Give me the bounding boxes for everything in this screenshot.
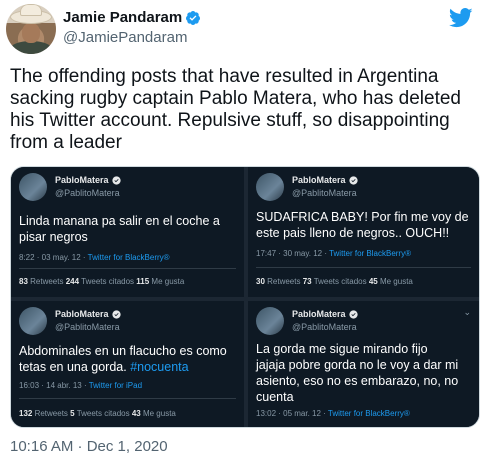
like-label: Me gusta [377, 277, 413, 286]
embedded-stats: 83 Retweets 244 Tweets citados 115 Me gu… [19, 277, 184, 286]
embedded-hashtag[interactable]: #nocuenta [130, 360, 188, 374]
chevron-down-icon: ⌄ [463, 307, 471, 317]
quote-count: 244 [65, 277, 80, 286]
embedded-text-line: cuenta [256, 390, 294, 404]
embedded-source: Twitter for BlackBerry® [87, 253, 170, 262]
twitter-bird-icon[interactable] [449, 8, 473, 28]
embedded-handle: @PablitoMatera [55, 188, 120, 198]
retweet-label: Retweets [27, 277, 66, 286]
quote-label: Tweets citados [311, 277, 369, 286]
embedded-handle: @PablitoMatera [292, 322, 357, 332]
embedded-text-segment: tetas en una gorda. [19, 360, 131, 374]
verified-badge-icon [348, 175, 358, 185]
embedded-text-line: La gorda me sigue mirando fijo [256, 342, 428, 356]
embedded-avatar [19, 307, 47, 335]
author-handle[interactable]: @JamiePandaram [63, 29, 187, 46]
embedded-stats: 132 Retweets 5 Tweets citados 43 Me gust… [19, 409, 176, 418]
embedded-date: 17:47 · 30 may. 12 · [256, 249, 330, 258]
avatar[interactable] [6, 4, 56, 54]
embedded-name: PabloMatera [292, 175, 346, 185]
embedded-text-line: Linda manana pa salir en el coche a [19, 214, 220, 228]
embedded-name: PabloMatera [55, 309, 109, 319]
verified-badge-icon [348, 309, 358, 319]
embedded-post: PabloMatera @PablitoMatera Linda manana … [11, 167, 244, 297]
retweet-label: Retweets [264, 277, 303, 286]
embedded-source: Twitter for BlackBerry® [329, 249, 411, 258]
embedded-text-line: pisar negros [19, 230, 88, 244]
embedded-date: 8:22 · 03 may. 12 · [19, 253, 88, 262]
embedded-handle: @PablitoMatera [55, 322, 120, 332]
like-count: 45 [368, 277, 378, 286]
embedded-name-row: PabloMatera [292, 309, 358, 319]
embedded-date: 13:02 · 05 mar. 12 · [256, 409, 328, 418]
embedded-name: PabloMatera [55, 175, 109, 185]
embedded-text-line: Abdominales en un flacucho es como [19, 344, 227, 358]
retweet-count: 132 [19, 409, 33, 418]
like-count: 43 [131, 409, 141, 418]
tweet-media-image[interactable]: PabloMatera @PablitoMatera Linda manana … [10, 166, 480, 428]
embedded-avatar [256, 307, 284, 335]
embedded-name-row: PabloMatera [55, 175, 121, 185]
retweet-count: 30 [256, 277, 265, 286]
embedded-divider [19, 398, 236, 399]
embedded-text-line: este pais lleno de negros.. OUCH!! [256, 226, 450, 240]
embedded-date: 16:03 · 14 abr. 13 · [19, 381, 89, 390]
verified-badge-icon [186, 10, 201, 25]
embedded-text-line: asiento, eso no es embarazo, no, no [256, 374, 459, 388]
embedded-meta: 8:22 · 03 may. 12 · Twitter for BlackBer… [19, 253, 170, 262]
embedded-post: PabloMatera @PablitoMatera Abdominales e… [11, 301, 244, 427]
embedded-source: Twitter for BlackBerry® [327, 409, 410, 418]
tweet-timestamp[interactable]: 10:16 AM · Dec 1, 2020 [10, 438, 168, 455]
embedded-post: PabloMatera @PablitoMatera ⌄ La gorda me… [248, 301, 479, 427]
embedded-handle: @PablitoMatera [292, 188, 357, 198]
embedded-avatar [256, 173, 284, 201]
embedded-post: PabloMatera @PablitoMatera SUDAFRICA BAB… [248, 167, 479, 297]
embedded-name: PabloMatera [292, 309, 346, 319]
embedded-stats: 30 Retweets 73 Tweets citados 45 Me gust… [256, 277, 413, 286]
author-name-row[interactable]: Jamie Pandaram [63, 9, 201, 26]
quote-label: Tweets citados [74, 409, 132, 418]
like-label: Me gusta [140, 409, 176, 418]
quote-count: 73 [302, 277, 312, 286]
tweet-text: The offending posts that have resulted i… [10, 66, 461, 153]
embedded-source: Twitter for iPad [88, 381, 143, 390]
retweet-label: Retweets [32, 409, 71, 418]
author-display-name[interactable]: Jamie Pandaram [63, 9, 182, 26]
embedded-divider [256, 267, 471, 268]
embedded-meta: 16:03 · 14 abr. 13 · Twitter for iPad [19, 381, 142, 390]
retweet-count: 83 [19, 277, 28, 286]
like-count: 115 [136, 277, 150, 286]
tweet: Jamie Pandaram @JamiePandaram The offend… [0, 0, 491, 464]
embedded-text-line: tetas en una gorda. #nocuenta [19, 359, 227, 375]
embedded-text: SUDAFRICA BABY! Por fin me voy de este p… [256, 209, 469, 241]
embedded-meta: 17:47 · 30 may. 12 · Twitter for BlackBe… [256, 249, 411, 258]
embedded-name-row: PabloMatera [292, 175, 358, 185]
embedded-text: Abdominales en un flacucho es como tetas… [19, 343, 227, 375]
verified-badge-icon [111, 309, 121, 319]
embedded-text-line: SUDAFRICA BABY! Por fin me voy de [256, 210, 469, 224]
embedded-divider [19, 268, 236, 269]
verified-badge-icon [111, 175, 121, 185]
embedded-text-line: jajaja pobre gorda no le voy a dar mi [256, 358, 459, 372]
embedded-name-row: PabloMatera [55, 309, 121, 319]
like-label: Me gusta [149, 277, 185, 286]
embedded-text: La gorda me sigue mirando fijo jajaja po… [256, 341, 458, 405]
embedded-meta: 13:02 · 05 mar. 12 · Twitter for BlackBe… [256, 409, 410, 418]
quote-label: Tweets citados [79, 277, 137, 286]
embedded-text: Linda manana pa salir en el coche a pisa… [19, 213, 220, 245]
embedded-avatar [19, 173, 47, 201]
